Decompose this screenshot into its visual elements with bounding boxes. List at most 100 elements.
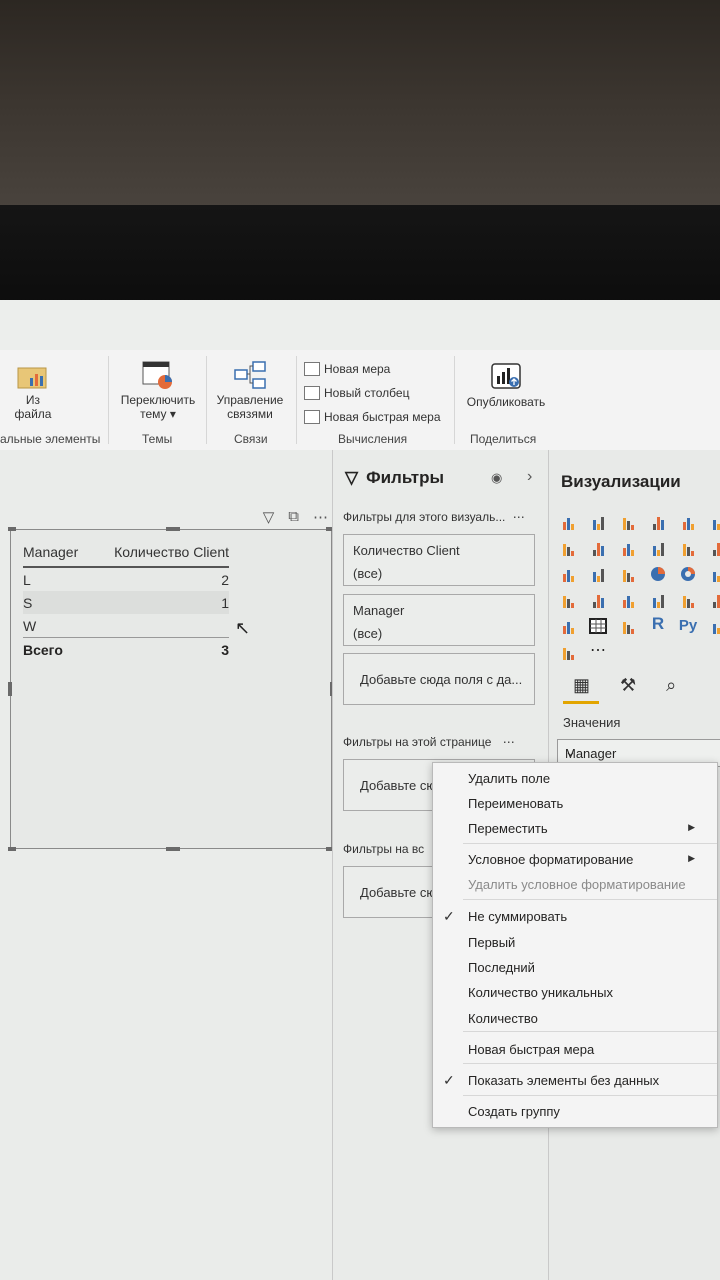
menu-item-conditional-formatting[interactable]: Условное форматирование — [468, 852, 633, 867]
stacked-bar-icon[interactable] — [559, 514, 577, 530]
line-column-icon[interactable] — [649, 540, 667, 556]
more-options-icon[interactable]: ⋯ — [313, 508, 328, 526]
cell-manager: S — [23, 594, 33, 611]
menu-item-new-quick-measure[interactable]: Новая быстрая мера — [468, 1042, 594, 1057]
menu-item-rename[interactable]: Переименовать — [468, 796, 563, 811]
table-row[interactable]: W — [23, 614, 229, 637]
kpi-icon[interactable] — [709, 592, 720, 608]
python-visual-icon[interactable]: Py — [679, 617, 697, 634]
filters-all-label: Фильтры на вс — [343, 842, 425, 856]
ribbon: Из файла альные элементы Переключить тем… — [0, 350, 720, 451]
menu-separator — [463, 843, 717, 844]
resize-handle[interactable] — [8, 682, 12, 696]
line-chart-icon[interactable] — [559, 540, 577, 556]
table-header: Manager Количество Client — [23, 538, 229, 568]
line-clustered-icon[interactable] — [679, 540, 697, 556]
multirow-card-icon[interactable] — [679, 592, 697, 608]
new-quick-measure-button[interactable]: Новая быстрая мера — [304, 410, 441, 424]
from-file-button[interactable]: Из файла — [8, 364, 58, 421]
r-visual-icon[interactable]: R — [649, 614, 667, 634]
slicer-icon[interactable] — [559, 618, 577, 634]
menu-item-last[interactable]: Последний — [468, 960, 535, 975]
new-measure-button[interactable]: Новая мера — [304, 362, 390, 376]
table-visual[interactable]: Manager Количество Client L 2 S 1 W Всег… — [8, 527, 334, 851]
resize-handle[interactable] — [8, 847, 16, 851]
map-icon[interactable] — [559, 592, 577, 608]
menu-item-count-distinct[interactable]: Количество уникальных — [468, 985, 613, 1000]
column-header-count[interactable]: Количество Client — [114, 544, 229, 560]
total-value: 3 — [221, 642, 229, 658]
add-fields-dropzone[interactable]: Добавьте сюда поля с да... — [343, 653, 535, 705]
resize-handle[interactable] — [166, 527, 180, 531]
new-column-button[interactable]: Новый столбец — [304, 386, 409, 400]
key-influencers-icon[interactable] — [709, 618, 720, 634]
more-options-icon[interactable]: ⋯ — [503, 735, 515, 749]
publish-label: Опубликовать — [466, 395, 546, 409]
pie-chart-icon[interactable] — [649, 566, 667, 582]
menu-item-show-items-no-data[interactable]: Показать элементы без данных — [468, 1073, 659, 1088]
100-column-icon[interactable] — [709, 514, 720, 530]
stacked-area-icon[interactable] — [619, 540, 637, 556]
more-options-icon[interactable]: ⋯ — [513, 510, 525, 524]
menu-item-first[interactable]: Первый — [468, 935, 515, 950]
filter-card-count[interactable]: Количество Client (все) — [343, 534, 535, 586]
focus-mode-icon[interactable]: ⧉ — [288, 508, 299, 526]
ribbon-separator — [206, 356, 207, 444]
fields-tab-icon[interactable]: ▦ — [573, 675, 590, 696]
column-header-manager[interactable]: Manager — [23, 544, 78, 560]
clustered-column-icon[interactable] — [649, 514, 667, 530]
menu-item-create-group[interactable]: Создать группу — [468, 1104, 560, 1119]
matrix-icon[interactable] — [619, 618, 637, 634]
menu-separator — [463, 1095, 717, 1096]
scatter-icon[interactable] — [619, 566, 637, 582]
monitor-bezel — [0, 205, 720, 305]
cell-manager: W — [23, 617, 37, 634]
analytics-magnifier-icon[interactable]: ⌕ — [666, 675, 676, 696]
100-bar-icon[interactable] — [679, 514, 697, 530]
treemap-icon[interactable] — [709, 566, 720, 582]
filter-card-value: (все) — [353, 626, 383, 641]
waterfall-icon[interactable] — [559, 566, 577, 582]
card-icon[interactable] — [649, 592, 667, 608]
stacked-column-icon[interactable] — [589, 514, 607, 530]
chevron-right-icon[interactable]: › — [527, 468, 532, 486]
powerbi-window: Из файла альные элементы Переключить тем… — [0, 300, 720, 1280]
menu-separator — [463, 1063, 717, 1064]
filter-funnel-icon: ▽ — [345, 468, 359, 487]
table-icon[interactable] — [589, 618, 607, 634]
menu-item-dont-summarize[interactable]: Не суммировать — [468, 909, 567, 924]
publish-button[interactable]: Опубликовать — [458, 362, 554, 409]
eye-icon[interactable]: ◉ — [491, 470, 502, 486]
field-context-menu: Удалить поле Переименовать Переместить ▶… — [432, 762, 718, 1128]
ribbon-group-relations: Управление связями Связи — [208, 350, 294, 450]
menu-item-remove-field[interactable]: Удалить поле — [468, 771, 550, 786]
filter-card-manager[interactable]: Manager (все) — [343, 594, 535, 646]
manage-relations-button[interactable]: Управление связями — [210, 360, 290, 421]
gauge-icon[interactable] — [619, 592, 637, 608]
chevron-down-icon[interactable]: ⌄ — [565, 744, 716, 760]
switch-theme-button[interactable]: Переключить тему ▾ — [114, 360, 202, 421]
table-total-row: Всего 3 — [23, 637, 229, 662]
area-chart-icon[interactable] — [589, 540, 607, 556]
filter-card-title: Количество Client — [353, 543, 460, 558]
visual-toolbar: ▽ ⧉ ⋯ — [263, 508, 328, 526]
format-paintroller-icon[interactable]: ⚒ — [620, 675, 636, 696]
add-page-label: Добавьте сю — [360, 778, 437, 793]
table-row[interactable]: L 2 — [23, 568, 229, 591]
more-visuals-icon[interactable]: ⋯ — [589, 642, 607, 660]
ribbon-chart-icon[interactable] — [709, 540, 720, 556]
funnel-icon[interactable] — [589, 566, 607, 582]
donut-chart-icon[interactable] — [679, 566, 697, 582]
menu-item-move[interactable]: Переместить — [468, 821, 548, 836]
clustered-bar-icon[interactable] — [619, 514, 637, 530]
background-wall — [0, 0, 720, 215]
table-row[interactable]: S 1 — [23, 591, 229, 614]
resize-handle[interactable] — [166, 847, 180, 851]
qa-icon[interactable] — [559, 644, 577, 660]
filled-map-icon[interactable] — [589, 592, 607, 608]
menu-item-count[interactable]: Количество — [468, 1011, 538, 1026]
resize-handle[interactable] — [8, 527, 16, 531]
manage-relations-label: Управление связями — [216, 393, 284, 421]
filter-icon[interactable]: ▽ — [263, 508, 275, 526]
report-canvas[interactable]: ▽ ⧉ ⋯ Manager Количество Client L 2 S 1 … — [0, 450, 334, 1280]
